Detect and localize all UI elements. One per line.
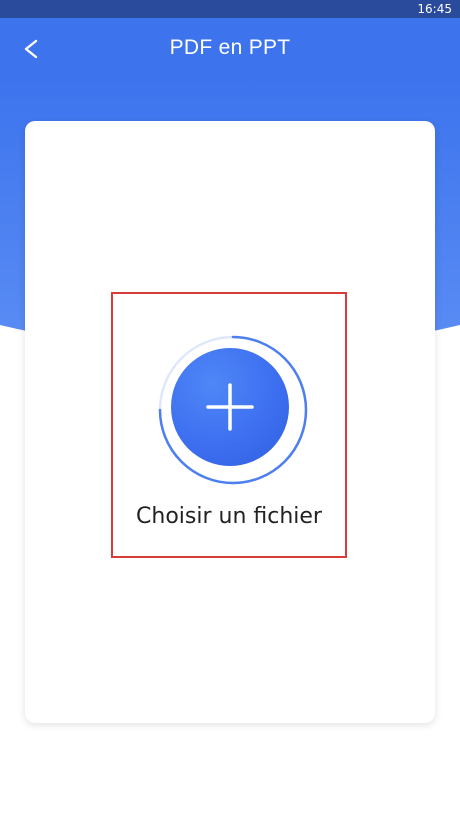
plus-icon [206, 383, 254, 431]
choose-file-button[interactable]: Choisir un fichier [111, 292, 347, 558]
status-bar: 16:45 [0, 0, 460, 18]
content-card: Choisir un fichier [25, 121, 435, 723]
add-file-button[interactable] [171, 348, 289, 466]
screen: 16:45 PDF en PPT Choisir un fichier [0, 0, 460, 819]
app-bar: PDF en PPT [0, 18, 460, 80]
page-title: PDF en PPT [169, 36, 291, 59]
status-time: 16:45 [417, 2, 452, 16]
choose-file-label: Choisir un fichier [136, 504, 322, 529]
